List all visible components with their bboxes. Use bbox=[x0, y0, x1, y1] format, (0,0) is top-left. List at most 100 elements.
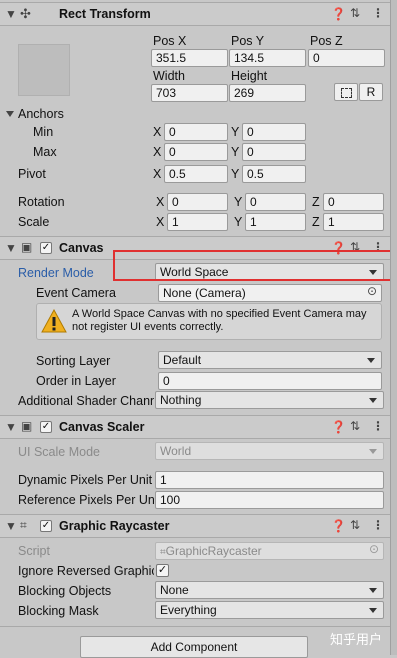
dynamic-pixels-label: Dynamic Pixels Per Unit bbox=[18, 473, 153, 487]
ui-scale-mode-label: UI Scale Mode bbox=[18, 445, 100, 459]
pivot-label: Pivot bbox=[18, 167, 46, 181]
more-options-icon[interactable]: ⋮ bbox=[372, 6, 384, 20]
anchor-max-y-field[interactable]: 0 bbox=[242, 143, 306, 161]
divider bbox=[0, 626, 390, 627]
anchor-min-x-field[interactable]: 0 bbox=[164, 123, 228, 141]
canvas-scaler-enabled-checkbox[interactable]: ✓ bbox=[40, 421, 52, 433]
help-icon[interactable]: ❓ bbox=[331, 7, 346, 21]
shader-channels-dropdown[interactable]: Nothing bbox=[155, 391, 384, 409]
ui-scale-mode-dropdown: World bbox=[155, 442, 384, 460]
x-label: X bbox=[156, 215, 165, 229]
y-label: Y bbox=[231, 145, 240, 159]
anchor-max-label: Max bbox=[33, 145, 57, 159]
order-in-layer-label: Order in Layer bbox=[36, 374, 116, 388]
y-label: Y bbox=[234, 215, 243, 229]
pos-y-field[interactable]: 134.5 bbox=[229, 49, 306, 67]
render-mode-label: Render Mode bbox=[18, 266, 94, 280]
preset-icon[interactable]: ⇅ bbox=[350, 518, 360, 532]
pos-z-field[interactable]: 0 bbox=[308, 49, 385, 67]
foldout-arrow-icon[interactable]: ▼ bbox=[5, 420, 17, 434]
object-picker-icon: ⊙ bbox=[369, 542, 380, 556]
anchor-min-label: Min bbox=[33, 125, 54, 139]
height-label: Height bbox=[231, 69, 268, 83]
preset-icon[interactable]: ⇅ bbox=[350, 6, 360, 20]
z-label: Z bbox=[312, 195, 320, 209]
y-label: Y bbox=[231, 167, 240, 181]
script-value: GraphicRaycaster bbox=[165, 544, 262, 558]
more-options-icon[interactable]: ⋮ bbox=[372, 518, 384, 532]
inspector-scrollbar[interactable] bbox=[390, 0, 397, 655]
blueprint-icon bbox=[340, 88, 352, 98]
pos-z-label: Pos Z bbox=[310, 34, 343, 48]
shader-channels-label: Additional Shader Chann bbox=[18, 394, 154, 408]
canvas-component-icon: ▣ bbox=[21, 240, 33, 254]
foldout-arrow-icon[interactable]: ▼ bbox=[5, 7, 17, 21]
pos-x-label: Pos X bbox=[153, 34, 187, 48]
x-label: X bbox=[153, 167, 162, 181]
canvas-scaler-header[interactable]: ▼ ▣ ✓ Canvas Scaler ❓ ⇅ ⋮ bbox=[0, 415, 390, 439]
blocking-objects-label: Blocking Objects bbox=[18, 584, 112, 598]
pivot-x-field[interactable]: 0.5 bbox=[164, 165, 228, 183]
x-label: X bbox=[153, 145, 162, 159]
scale-z-field[interactable]: 1 bbox=[323, 213, 384, 231]
blocking-mask-dropdown[interactable]: Everything bbox=[155, 601, 384, 619]
dynamic-pixels-field[interactable]: 1 bbox=[155, 471, 384, 489]
width-label: Width bbox=[153, 69, 185, 83]
blocking-objects-dropdown[interactable]: None bbox=[155, 581, 384, 599]
graphic-raycaster-header[interactable]: ▼ ⌗ ✓ Graphic Raycaster ❓ ⇅ ⋮ bbox=[0, 514, 390, 538]
preset-icon[interactable]: ⇅ bbox=[350, 419, 360, 433]
warning-icon bbox=[41, 309, 67, 333]
anchor-max-x-field[interactable]: 0 bbox=[164, 143, 228, 161]
ignore-reversed-checkbox[interactable]: ✓ bbox=[156, 564, 169, 577]
blueprint-mode-button[interactable] bbox=[334, 83, 358, 101]
anchor-preset-button[interactable] bbox=[18, 44, 70, 96]
script-field: ⌗GraphicRaycaster bbox=[155, 542, 384, 560]
anchors-label[interactable]: Anchors bbox=[18, 107, 64, 121]
scale-x-field[interactable]: 1 bbox=[167, 213, 228, 231]
warning-box: A World Space Canvas with no specified E… bbox=[36, 303, 382, 340]
watermark-text: 知乎用户 bbox=[330, 632, 383, 647]
rect-transform-header[interactable]: ▼ ✣ Rect Transform ❓ ⇅ ⋮ bbox=[0, 2, 390, 26]
x-label: X bbox=[156, 195, 165, 209]
canvas-enabled-checkbox[interactable]: ✓ bbox=[40, 242, 52, 254]
x-label: X bbox=[153, 125, 162, 139]
event-camera-label: Event Camera bbox=[36, 286, 116, 300]
ignore-reversed-label: Ignore Reversed Graphic bbox=[18, 564, 154, 578]
warning-text: A World Space Canvas with no specified E… bbox=[72, 308, 367, 333]
help-icon[interactable]: ❓ bbox=[331, 519, 346, 533]
raycaster-enabled-checkbox[interactable]: ✓ bbox=[40, 520, 52, 532]
raycaster-icon: ⌗ bbox=[20, 518, 27, 532]
rotation-x-field[interactable]: 0 bbox=[167, 193, 228, 211]
anchor-min-y-field[interactable]: 0 bbox=[242, 123, 306, 141]
pivot-y-field[interactable]: 0.5 bbox=[242, 165, 306, 183]
foldout-arrow-icon[interactable]: ▼ bbox=[5, 519, 17, 533]
event-camera-field[interactable]: None (Camera) bbox=[158, 284, 382, 302]
sorting-layer-label: Sorting Layer bbox=[36, 354, 111, 368]
y-label: Y bbox=[231, 125, 240, 139]
component-title: Graphic Raycaster bbox=[59, 519, 170, 533]
sorting-layer-dropdown[interactable]: Default bbox=[158, 351, 382, 369]
blocking-mask-label: Blocking Mask bbox=[18, 604, 99, 618]
rect-transform-icon: ✣ bbox=[20, 6, 31, 21]
component-title: Canvas bbox=[59, 241, 104, 255]
anchors-foldout-icon[interactable] bbox=[6, 111, 14, 117]
raw-edit-button[interactable]: R bbox=[359, 83, 383, 101]
y-label: Y bbox=[234, 195, 243, 209]
width-field[interactable]: 703 bbox=[151, 84, 228, 102]
pos-x-field[interactable]: 351.5 bbox=[151, 49, 228, 67]
reference-pixels-field[interactable]: 100 bbox=[155, 491, 384, 509]
more-options-icon[interactable]: ⋮ bbox=[372, 419, 384, 433]
rotation-y-field[interactable]: 0 bbox=[245, 193, 306, 211]
object-picker-icon[interactable]: ⊙ bbox=[367, 284, 377, 298]
highlight-box bbox=[113, 250, 394, 281]
foldout-arrow-icon[interactable]: ▼ bbox=[5, 241, 17, 255]
canvas-scaler-icon: ▣ bbox=[21, 419, 33, 433]
scale-y-field[interactable]: 1 bbox=[245, 213, 306, 231]
component-title: Canvas Scaler bbox=[59, 420, 145, 434]
order-in-layer-field[interactable]: 0 bbox=[158, 372, 382, 390]
script-label: Script bbox=[18, 544, 50, 558]
rotation-z-field[interactable]: 0 bbox=[323, 193, 384, 211]
help-icon[interactable]: ❓ bbox=[331, 420, 346, 434]
scale-label: Scale bbox=[18, 215, 50, 229]
height-field[interactable]: 269 bbox=[229, 84, 306, 102]
